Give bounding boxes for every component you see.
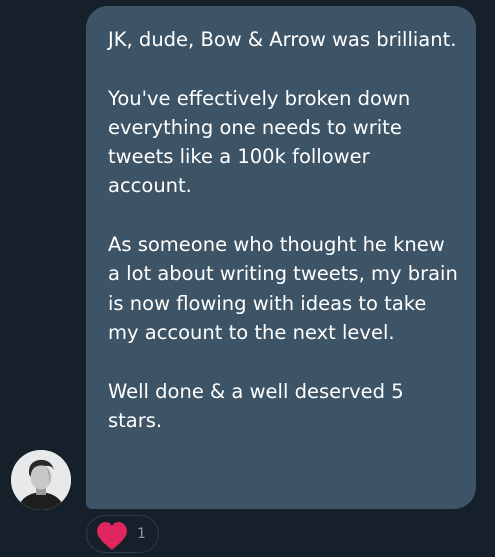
message-paragraph: You've effectively broken down everythin… [108, 86, 411, 198]
message-paragraph: JK, dude, Bow & Arrow was brilliant. [108, 28, 457, 51]
avatar[interactable] [11, 450, 71, 510]
avatar-portrait-icon [11, 450, 71, 510]
message-paragraph: As someone who thought he knew a lot abo… [108, 233, 458, 344]
heart-icon [97, 522, 127, 550]
reaction-count: 1 [137, 526, 146, 542]
message-paragraph: Well done & a well deserved 5 stars. [108, 379, 404, 432]
reaction-pill[interactable]: 1 [86, 515, 159, 553]
message-bubble: JK, dude, Bow & Arrow was brilliant. You… [86, 6, 476, 509]
